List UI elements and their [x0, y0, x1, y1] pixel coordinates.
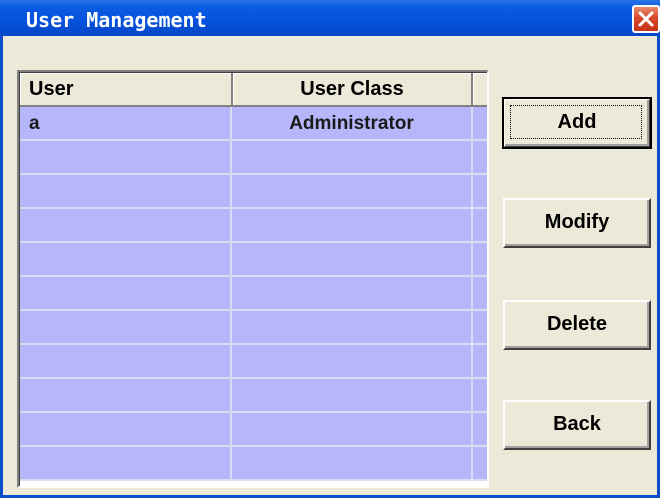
window-title: User Management	[26, 8, 207, 32]
table-row[interactable]	[20, 311, 487, 345]
cell-user-class: Administrator	[232, 107, 473, 139]
cell-user-class	[232, 141, 473, 173]
column-header-user[interactable]: User	[20, 73, 233, 107]
table-row[interactable]	[20, 345, 487, 379]
add-button[interactable]: Add	[502, 97, 652, 149]
table-row[interactable]	[20, 277, 487, 311]
cell-user	[20, 277, 232, 309]
delete-button[interactable]: Delete	[503, 300, 651, 350]
table-row[interactable]: a Administrator	[20, 107, 487, 141]
title-bar[interactable]: User Management	[0, 0, 660, 36]
cell-user	[20, 413, 232, 445]
table-row[interactable]	[20, 379, 487, 413]
table-row[interactable]	[20, 413, 487, 447]
add-button-label: Add	[557, 111, 597, 133]
cell-user-class	[232, 175, 473, 207]
user-rows: a Administrator	[20, 107, 487, 481]
column-header-user-class[interactable]: User Class	[233, 73, 473, 107]
cell-user	[20, 209, 232, 241]
column-header-filler	[473, 73, 487, 107]
back-button-label: Back	[553, 413, 601, 435]
cell-user-class	[232, 209, 473, 241]
table-row[interactable]	[20, 209, 487, 243]
cell-user-class	[232, 413, 473, 445]
cell-user-class	[232, 447, 473, 479]
close-icon	[638, 11, 654, 27]
delete-button-label: Delete	[546, 313, 608, 335]
cell-user-class	[232, 379, 473, 411]
table-row[interactable]	[20, 447, 487, 481]
user-management-dialog: User Management User User Class a Adminis…	[0, 0, 660, 498]
cell-user	[20, 447, 232, 479]
cell-user	[20, 141, 232, 173]
table-row[interactable]	[20, 141, 487, 175]
cell-user-class	[232, 243, 473, 275]
cell-user	[20, 379, 232, 411]
cell-user	[20, 345, 232, 377]
modify-button[interactable]: Modify	[503, 198, 651, 248]
cell-user-class	[232, 345, 473, 377]
back-button[interactable]: Back	[503, 400, 651, 450]
cell-user-class	[232, 311, 473, 343]
modify-button-label: Modify	[544, 211, 610, 233]
cell-user	[20, 311, 232, 343]
cell-user-class	[232, 277, 473, 309]
close-button[interactable]	[632, 5, 660, 33]
cell-user: a	[20, 107, 232, 139]
table-row[interactable]	[20, 175, 487, 209]
table-row[interactable]	[20, 243, 487, 277]
cell-user	[20, 243, 232, 275]
cell-user	[20, 175, 232, 207]
user-list-grid[interactable]: User User Class a Administrator	[17, 70, 489, 488]
